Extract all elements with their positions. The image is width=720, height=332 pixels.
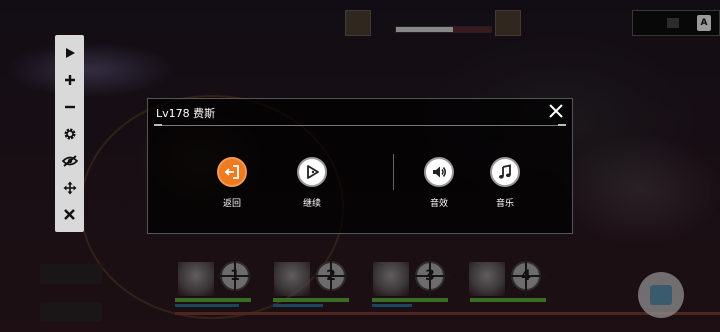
- speaker-icon[interactable]: [424, 157, 454, 187]
- play-icon[interactable]: [297, 157, 327, 187]
- gear-icon[interactable]: [58, 123, 82, 145]
- back-button-label: 返回: [222, 199, 241, 209]
- continue-button[interactable]: 继续: [287, 157, 337, 209]
- close-icon[interactable]: [548, 103, 564, 119]
- continue-button-label: 继续: [302, 199, 321, 209]
- close-icon[interactable]: [58, 204, 82, 226]
- play-icon[interactable]: [58, 42, 82, 64]
- move-icon[interactable]: [58, 177, 82, 199]
- music-label: 音乐: [495, 199, 514, 209]
- divider: [393, 154, 394, 190]
- music-button[interactable]: 音乐: [480, 157, 530, 209]
- dialog-title: Lv178 费斯: [156, 107, 216, 120]
- pause-menu-dialog: Lv178 费斯 返回 继续 音效 音乐: [147, 98, 573, 234]
- exit-icon[interactable]: [217, 157, 247, 187]
- back-button[interactable]: 返回: [207, 157, 257, 209]
- music-note-icon[interactable]: [490, 157, 520, 187]
- floating-toolbar: [55, 35, 84, 232]
- minus-icon[interactable]: [58, 96, 82, 118]
- sound-effects-label: 音效: [429, 199, 448, 209]
- title-divider: [154, 124, 566, 126]
- plus-icon[interactable]: [58, 69, 82, 91]
- sound-effects-button[interactable]: 音效: [414, 157, 464, 209]
- eye-off-icon[interactable]: [58, 150, 82, 172]
